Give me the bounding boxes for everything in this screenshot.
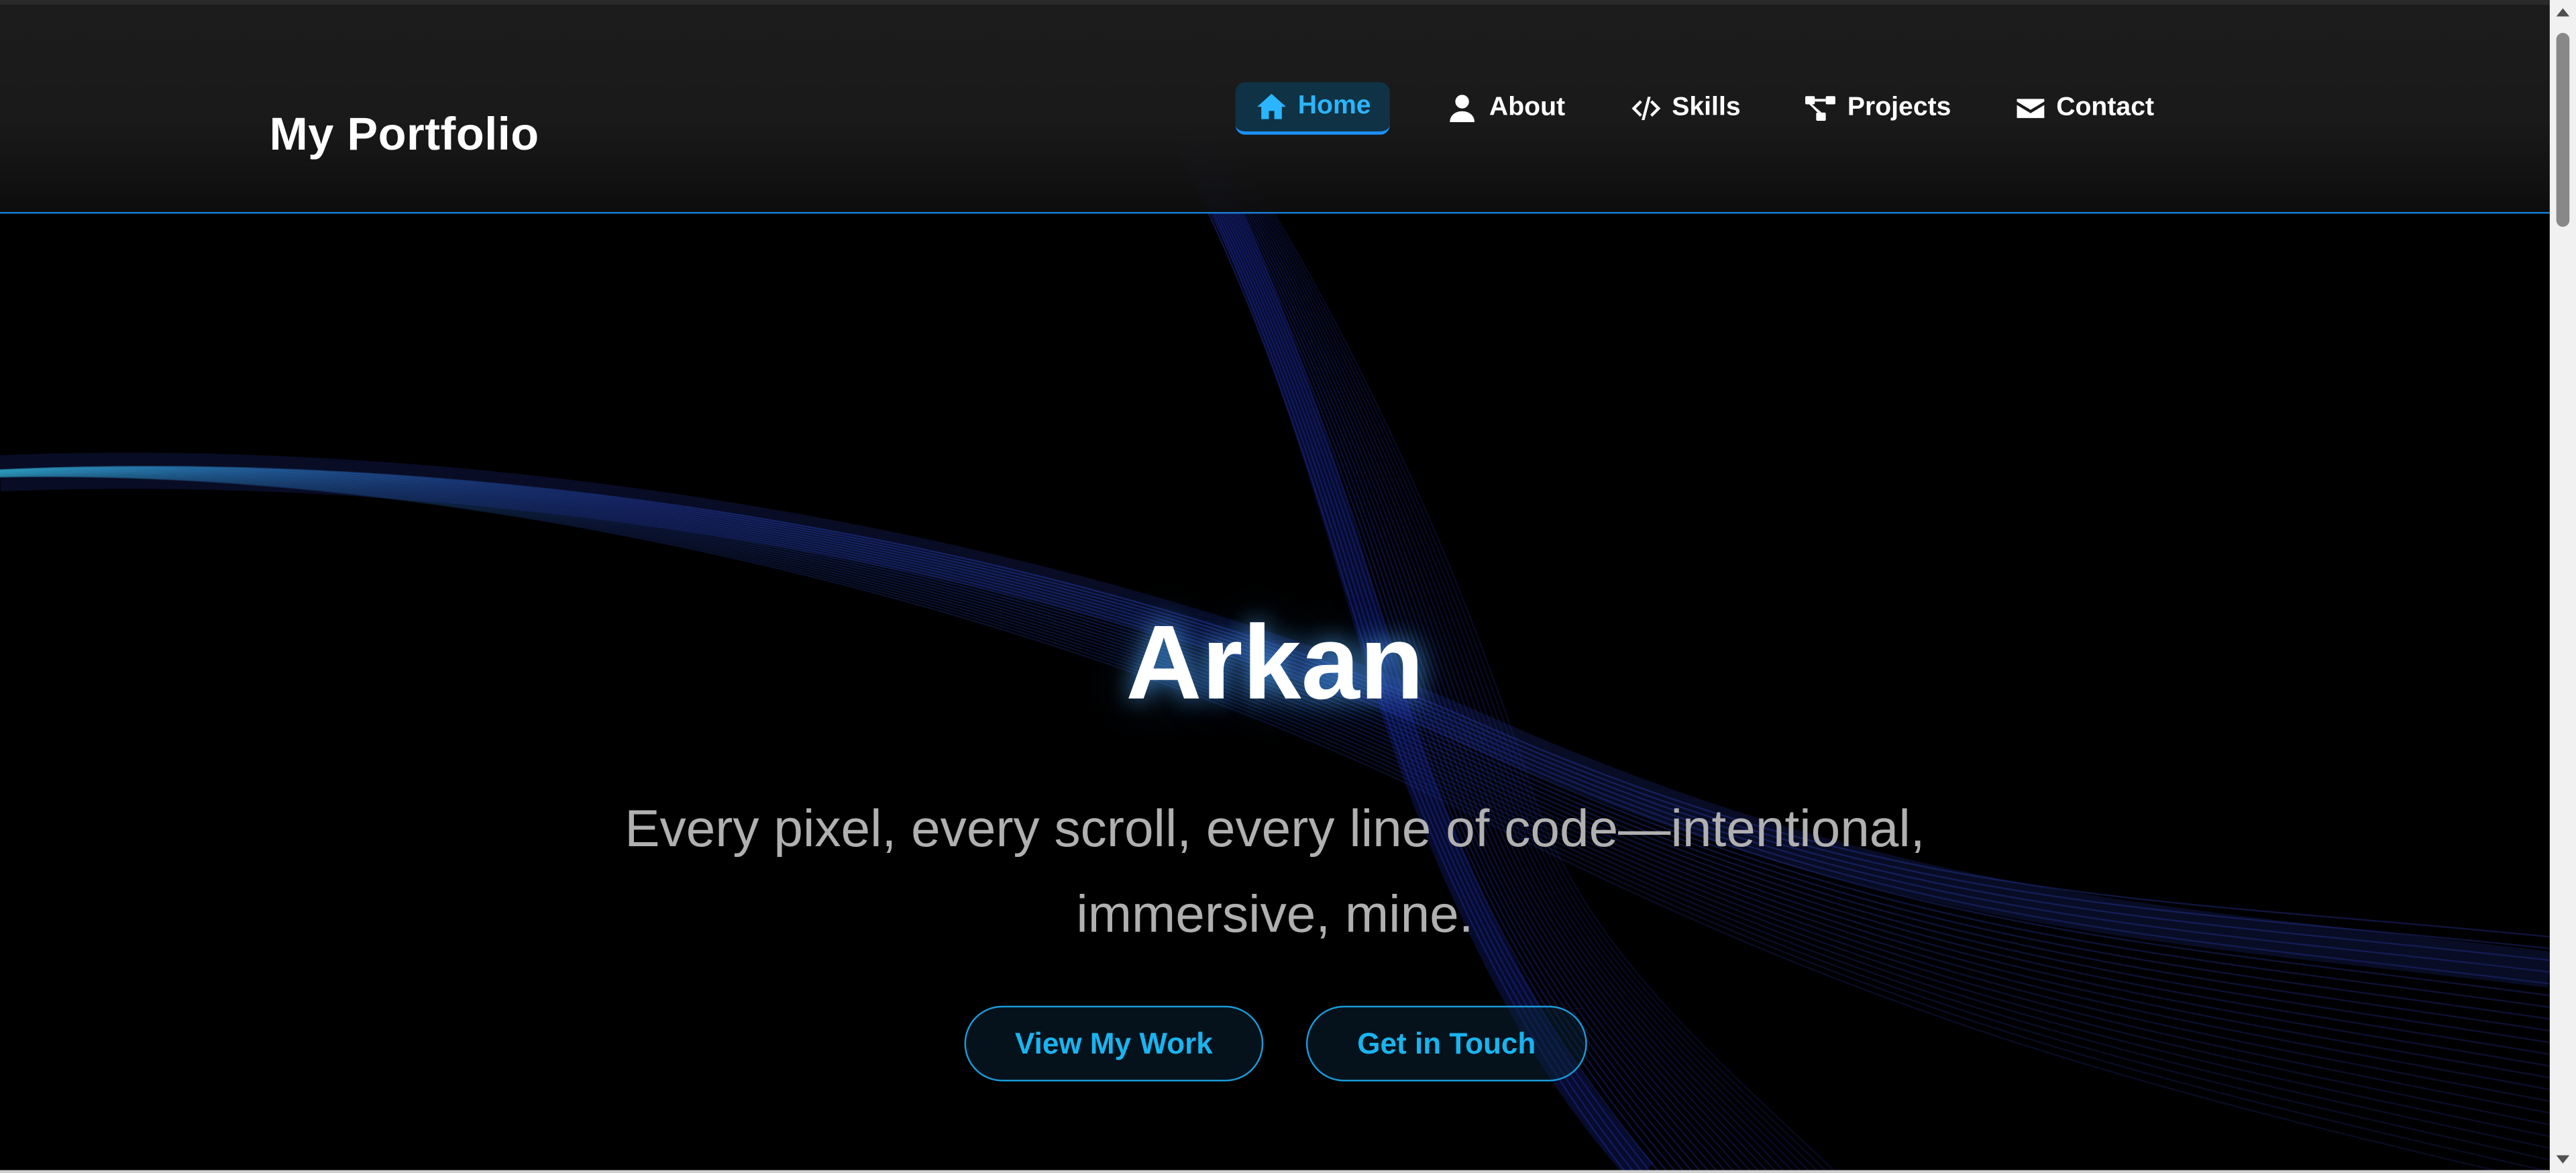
- nav-item-home[interactable]: Home: [1235, 82, 1391, 135]
- nav-item-about[interactable]: About: [1427, 82, 1585, 134]
- scroll-down-arrow-icon[interactable]: [2556, 1155, 2570, 1164]
- nav-label-about: About: [1489, 93, 1566, 122]
- envelope-icon: [2016, 99, 2044, 118]
- nav-item-contact[interactable]: Contact: [1994, 82, 2174, 134]
- wave-line: [0, 471, 2550, 1067]
- home-icon: [1257, 93, 1286, 119]
- nav-label-home: Home: [1297, 92, 1371, 120]
- window-bottom-edge: [0, 1170, 2550, 1173]
- user-icon: [1450, 95, 1476, 123]
- scroll-up-arrow-icon[interactable]: [2556, 8, 2570, 17]
- wave-line: [0, 470, 2550, 1056]
- vertical-scrollbar[interactable]: [2549, 0, 2576, 1173]
- nav-item-skills[interactable]: Skills: [1609, 82, 1760, 134]
- scrollbar-thumb[interactable]: [2556, 32, 2570, 227]
- page: My Portfolio Home About Skills Projects: [0, 0, 2576, 1173]
- hero-subtitle: Every pixel, every scroll, every line of…: [625, 799, 1925, 944]
- hero-title: Arkan: [1126, 603, 1424, 722]
- code-icon: [1631, 97, 1660, 120]
- view-my-work-button[interactable]: View My Work: [964, 1005, 1264, 1082]
- brand-logo[interactable]: My Portfolio: [270, 109, 539, 161]
- project-diagram-icon: [1806, 96, 1837, 121]
- nav-menu: Home About Skills Projects Contact: [1235, 82, 2174, 135]
- wave-line: [0, 470, 2550, 1043]
- nav-label-projects: Projects: [1847, 93, 1951, 122]
- nav-label-skills: Skills: [1672, 93, 1741, 122]
- browser-viewport: My Portfolio Home About Skills Projects: [0, 0, 2576, 1173]
- wave-line: [0, 472, 2550, 1079]
- get-in-touch-button[interactable]: Get in Touch: [1305, 1005, 1587, 1082]
- nav-label-contact: Contact: [2056, 93, 2155, 122]
- nav-item-projects[interactable]: Projects: [1785, 82, 1971, 134]
- window-top-edge: [0, 0, 2550, 5]
- wave-line: [0, 472, 2550, 1090]
- navbar: My Portfolio Home About Skills Projects: [0, 5, 2550, 214]
